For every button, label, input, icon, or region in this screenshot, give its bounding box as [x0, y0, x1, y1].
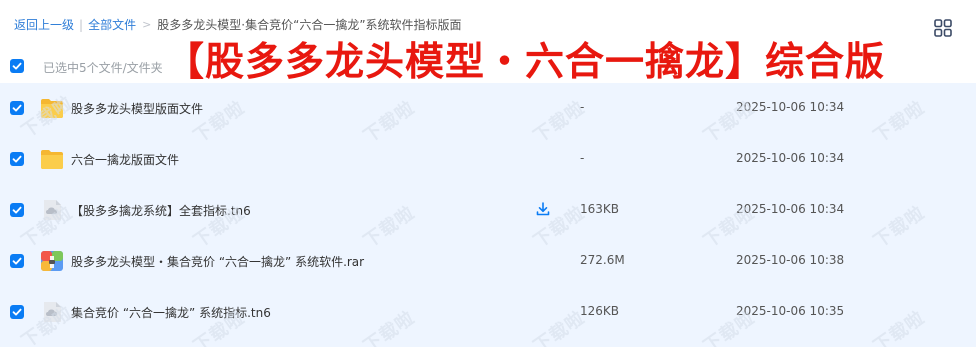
- breadcrumb: 返回上一级 | 全部文件 > 股多多龙头模型·集合竞价“六合一擒龙”系统软件指标…: [14, 16, 462, 33]
- file-size: -: [580, 151, 585, 165]
- back-link[interactable]: 返回上一级: [14, 16, 74, 33]
- row-checkbox[interactable]: [10, 254, 24, 268]
- archive-icon: [40, 250, 64, 272]
- folder-icon: [40, 148, 64, 170]
- row-checkbox[interactable]: [10, 305, 24, 319]
- breadcrumb-arrow: >: [142, 18, 152, 31]
- download-icon[interactable]: [535, 201, 551, 217]
- row-checkbox[interactable]: [10, 152, 24, 166]
- file-name[interactable]: 集合竞价 “六合一擒龙” 系统指标.tn6: [71, 304, 271, 321]
- file-size: 163KB: [580, 202, 620, 216]
- file-name[interactable]: 【股多多擒龙系统】全套指标.tn6: [71, 202, 251, 219]
- file-date: 2025-10-06 10:34: [736, 202, 845, 216]
- breadcrumb-separator: |: [79, 17, 84, 32]
- cloud-file-icon: [40, 301, 64, 323]
- file-name[interactable]: 股多多龙头模型版面文件: [71, 100, 203, 117]
- file-row[interactable]: 【股多多擒龙系统】全套指标.tn6 163KB 2025-10-06 10:34: [0, 185, 976, 236]
- row-checkbox[interactable]: [10, 203, 24, 217]
- file-date: 2025-10-06 10:38: [736, 253, 845, 267]
- file-name[interactable]: 六合一擒龙版面文件: [71, 151, 179, 168]
- selection-count-label: 已选中5个文件/文件夹: [43, 61, 163, 75]
- promo-banner-title: 【股多多龙头模型・六合一擒龙】综合版: [165, 39, 886, 85]
- file-size: 272.6M: [580, 253, 625, 267]
- file-row[interactable]: 股多多龙头模型・集合竞价 “六合一擒龙” 系统软件.rar 272.6M 202…: [0, 236, 976, 287]
- select-all-checkbox[interactable]: [10, 59, 24, 73]
- folder-icon: [40, 97, 64, 119]
- file-size: 126KB: [580, 304, 620, 318]
- file-row[interactable]: 六合一擒龙版面文件 - 2025-10-06 10:34: [0, 134, 976, 185]
- file-row[interactable]: 集合竞价 “六合一擒龙” 系统指标.tn6 126KB 2025-10-06 1…: [0, 287, 976, 338]
- file-date: 2025-10-06 10:34: [736, 151, 845, 165]
- file-size: -: [580, 100, 585, 114]
- file-list: 股多多龙头模型版面文件 - 2025-10-06 10:34 六合一擒龙版面文件…: [0, 83, 976, 347]
- breadcrumb-current: 股多多龙头模型·集合竞价“六合一擒龙”系统软件指标版面: [157, 18, 462, 32]
- file-name[interactable]: 股多多龙头模型・集合竞价 “六合一擒龙” 系统软件.rar: [71, 253, 364, 270]
- cloud-file-icon: [40, 199, 64, 221]
- grid-view-icon[interactable]: [934, 19, 952, 37]
- row-checkbox[interactable]: [10, 101, 24, 115]
- file-row[interactable]: 股多多龙头模型版面文件 - 2025-10-06 10:34: [0, 83, 976, 134]
- file-date: 2025-10-06 10:35: [736, 304, 845, 318]
- all-files-link[interactable]: 全部文件: [88, 16, 136, 33]
- file-date: 2025-10-06 10:34: [736, 100, 845, 114]
